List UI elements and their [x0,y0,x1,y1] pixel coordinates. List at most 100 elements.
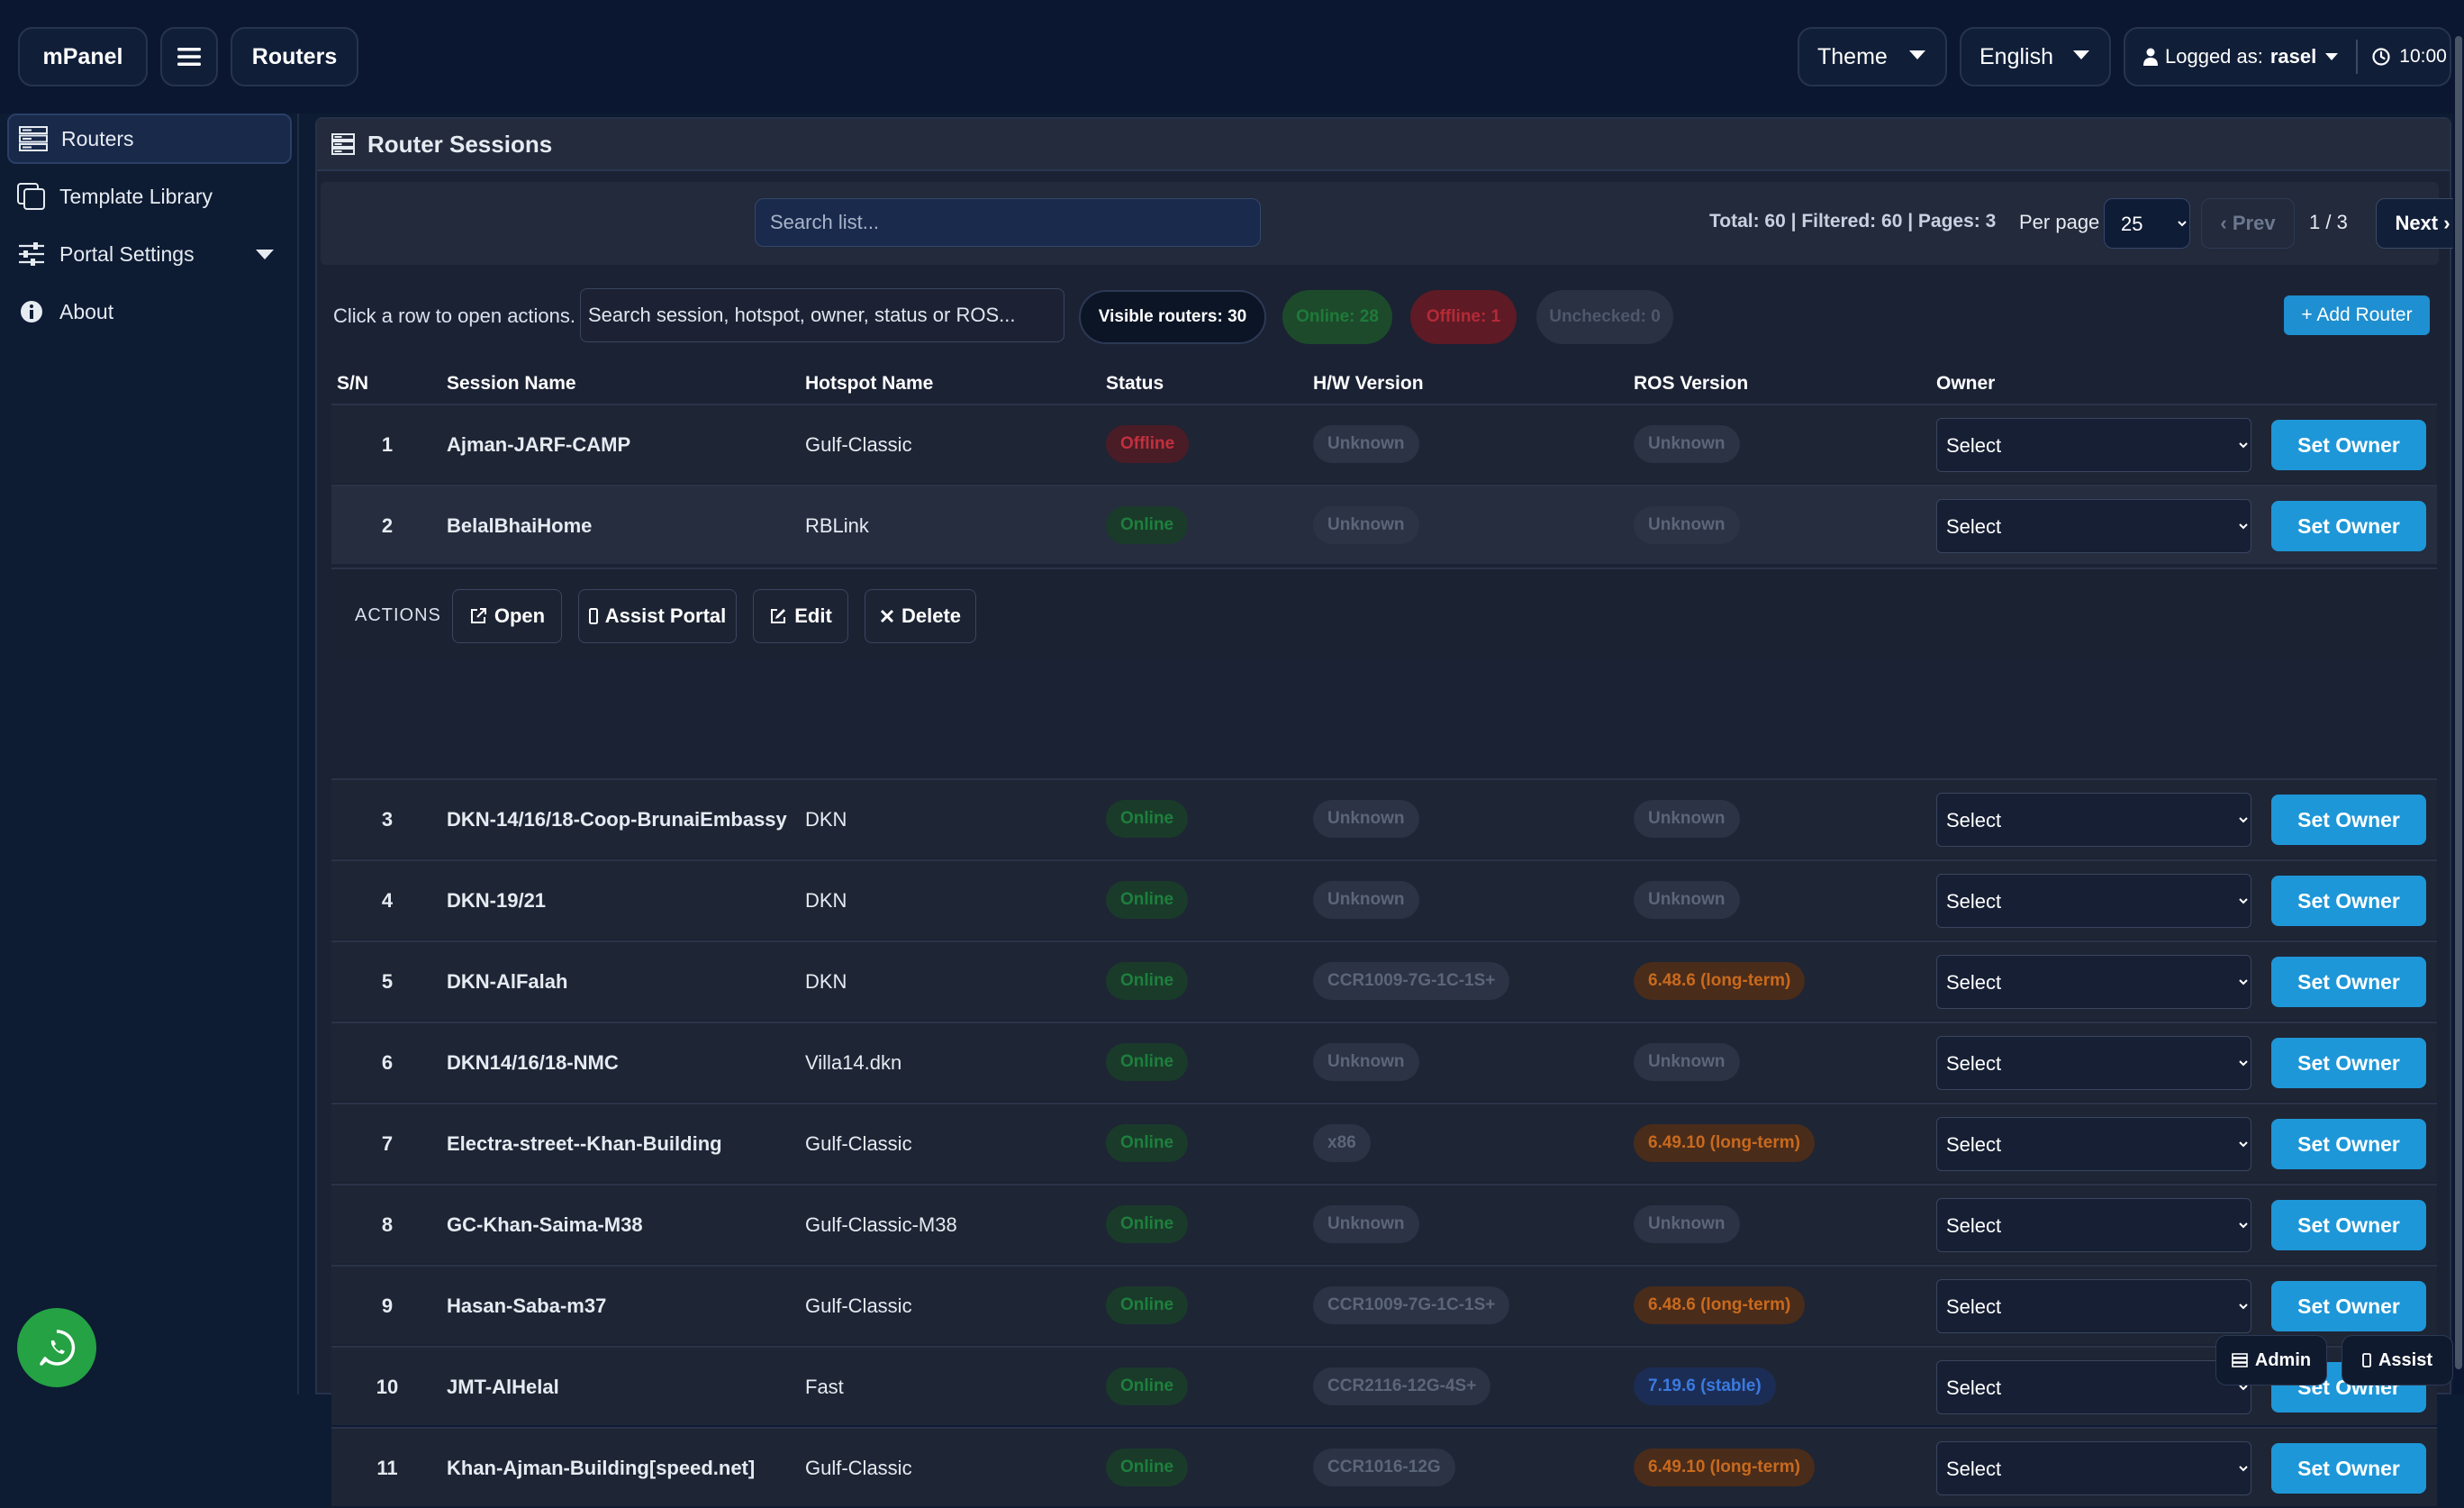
set-owner-button[interactable]: Set Owner [2271,1443,2426,1494]
set-owner-button[interactable]: Set Owner [2271,501,2426,551]
status-badge: Offline [1106,425,1190,463]
theme-dropdown[interactable]: Theme [1798,27,1947,86]
table-row[interactable]: 3 DKN-14/16/18-Coop-BrunaiEmbassy DKN Onlin… [331,778,2437,858]
sidebar-item-label: Portal Settings [59,241,195,266]
edit-button[interactable]: Edit [753,589,848,643]
set-owner-button[interactable]: Set Owner [2271,1200,2426,1250]
admin-button[interactable]: Admin [2215,1335,2327,1385]
session-name: Hasan-Saba-m37 [447,1295,607,1317]
sidebar-item-template-library[interactable]: Template Library [7,171,292,222]
owner-select[interactable]: Select [1936,418,2251,472]
hotspot-name: Fast [805,1376,844,1398]
add-router-button[interactable]: + Add Router [2284,295,2430,335]
per-page-select[interactable]: 25 [2104,198,2190,249]
per-page-label: Per page [2019,211,2100,233]
table-row[interactable]: 5 DKN-AlFalah DKN Online CCR1009-7G-1C-1S+ 6.… [331,940,2437,1020]
row-serial: 8 [381,1213,394,1236]
owner-select[interactable]: Select [1936,1360,2251,1414]
current-page-button[interactable]: Routers [231,27,358,86]
row-actions-bar: ACTIONS Open Assist Portal Edit Delete [331,568,2437,661]
owner-select[interactable]: Select [1936,1036,2251,1090]
whatsapp-button[interactable] [17,1308,96,1387]
hotspot-name: DKN [805,808,847,831]
table-row[interactable]: 11 Khan-Ajman-Building[speed.net] Gulf-Cla… [331,1427,2437,1506]
list-search-input[interactable] [755,198,1261,247]
set-owner-button[interactable]: Set Owner [2271,1119,2426,1169]
owner-select[interactable]: Select [1936,874,2251,928]
clock-icon [2372,48,2390,66]
hotspot-name: Gulf-Classic [805,433,912,456]
row-serial: 11 [376,1457,398,1479]
table-row[interactable]: 8 GC-Khan-Saima-M38 Gulf-Classic-M38 Online… [331,1184,2437,1263]
status-badge: Online [1106,1043,1189,1081]
row-serial: 4 [381,889,394,912]
owner-select[interactable]: Select [1936,793,2251,847]
ros-version-badge: 6.48.6 (long-term) [1634,962,1806,1000]
server-icon [2232,1353,2248,1367]
table-row[interactable]: 4 DKN-19/21 DKN Online Unknown Unknown Select S… [331,859,2437,939]
status-badge: Online [1106,1124,1189,1162]
info-icon [16,298,47,325]
sidebar-item-label: Routers [61,126,134,150]
open-button[interactable]: Open [452,589,562,643]
ros-version-badge: Unknown [1634,506,1740,544]
divider [2356,40,2359,74]
column-header-hw: H/W Version [1313,373,1424,394]
owner-select[interactable]: Select [1936,955,2251,1009]
table-row[interactable]: 1 Ajman-JARF-CAMP Gulf-Classic Offline Unkno… [331,404,2437,483]
close-icon [880,609,894,623]
prev-page-button[interactable]: ‹ Prev [2201,198,2295,249]
brand-button[interactable]: mPanel [18,27,148,86]
next-page-button[interactable]: Next › [2376,198,2464,249]
hotspot-name: Gulf-Classic [805,1132,912,1155]
column-header-sn: S/N [337,373,369,394]
owner-select[interactable]: Select [1936,1441,2251,1495]
ros-version-badge: 6.49.10 (long-term) [1634,1449,1815,1486]
unchecked-filter-pill[interactable]: Unchecked: 0 [1536,290,1673,344]
online-filter-pill[interactable]: Online: 28 [1282,290,1392,344]
offline-filter-pill[interactable]: Offline: 1 [1410,290,1517,344]
row-serial: 9 [381,1295,394,1317]
menu-toggle-button[interactable] [160,27,218,86]
set-owner-button[interactable]: Set Owner [2271,876,2426,926]
server-icon [18,125,49,152]
session-name: Electra-street--Khan-Building [447,1132,722,1155]
owner-select[interactable]: Select [1936,1198,2251,1252]
language-dropdown[interactable]: English [1960,27,2111,86]
user-menu[interactable]: Logged as: rasel 10:00 [2124,27,2451,86]
status-badge: Online [1106,962,1189,1000]
session-search-input[interactable] [580,288,1064,342]
panel-header: Router Sessions [317,119,2450,171]
assist-button[interactable]: Assist [2342,1335,2453,1385]
username: rasel [2269,45,2317,68]
session-name: Ajman-JARF-CAMP [447,433,631,456]
delete-button[interactable]: Delete [865,589,976,643]
set-owner-button[interactable]: Set Owner [2271,795,2426,845]
table-row[interactable]: 6 DKN14/16/18-NMC Villa14.dkn Online Unknown… [331,1022,2437,1101]
column-header-owner: Owner [1936,373,1996,394]
set-owner-button[interactable]: Set Owner [2271,1281,2426,1331]
sidebar-item-routers[interactable]: Routers [7,114,292,164]
row-serial: 3 [381,808,394,831]
sidebar-item-about[interactable]: About [7,286,292,337]
table-row[interactable]: 10 JMT-AlHelal Fast Online CCR2116-12G-4S+ 7.… [331,1346,2437,1425]
session-name: DKN-19/21 [447,889,547,912]
status-badge: Online [1106,881,1189,919]
table-row[interactable]: 7 Electra-street--Khan-Building Gulf-Class… [331,1103,2437,1182]
assist-portal-button[interactable]: Assist Portal [578,589,737,643]
sliders-icon [16,241,47,268]
page-title: Router Sessions [367,130,553,158]
table-row[interactable]: 9 Hasan-Saba-m37 Gulf-Classic Online CCR1009… [331,1265,2437,1344]
set-owner-button[interactable]: Set Owner [2271,420,2426,470]
owner-select[interactable]: Select [1936,499,2251,553]
sidebar-item-portal-settings[interactable]: Portal Settings [7,229,292,279]
set-owner-button[interactable]: Set Owner [2271,957,2426,1007]
scrollbar-thumb[interactable] [2455,36,2462,1369]
router-sessions-panel: Router Sessions Total: 60 | Filtered: 60… [315,117,2464,1506]
server-icon [331,133,355,155]
status-badge: Online [1106,1367,1189,1405]
owner-select[interactable]: Select [1936,1117,2251,1171]
table-row[interactable]: 2 BelalBhaiHome RBLink Online Unknown Unknown… [331,485,2437,564]
set-owner-button[interactable]: Set Owner [2271,1038,2426,1088]
owner-select[interactable]: Select [1936,1279,2251,1333]
